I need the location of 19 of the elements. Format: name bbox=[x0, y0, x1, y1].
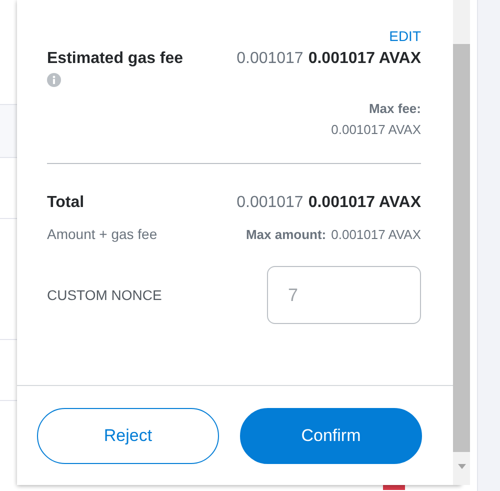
nonce-field[interactable]: 7 bbox=[267, 266, 421, 324]
info-icon[interactable] bbox=[47, 73, 61, 87]
total-value: 0.001017 bbox=[236, 194, 304, 212]
total-amount: 0.001017 AVAX bbox=[308, 194, 421, 212]
confirm-button[interactable]: Confirm bbox=[240, 408, 422, 464]
reject-button[interactable]: Reject bbox=[37, 408, 219, 464]
max-amount-value: 0.001017 AVAX bbox=[331, 227, 421, 242]
total-sublabel: Amount + gas fee bbox=[47, 226, 158, 242]
nonce-label: CUSTOM NONCE bbox=[47, 287, 162, 303]
max-amount-label: Max amount: bbox=[246, 227, 326, 242]
max-fee-value: 0.001017 AVAX bbox=[331, 122, 421, 137]
gas-fee-label: Estimated gas fee bbox=[47, 50, 184, 68]
scroll-down-icon[interactable] bbox=[458, 464, 466, 469]
max-fee-label: Max fee: bbox=[368, 101, 421, 116]
gas-fee-total: 0.001017 AVAX bbox=[308, 50, 421, 68]
edit-link[interactable]: EDIT bbox=[389, 28, 421, 44]
gas-fee-value: 0.001017 bbox=[236, 50, 304, 68]
scrollbar[interactable] bbox=[453, 0, 470, 485]
total-label: Total bbox=[47, 194, 84, 212]
